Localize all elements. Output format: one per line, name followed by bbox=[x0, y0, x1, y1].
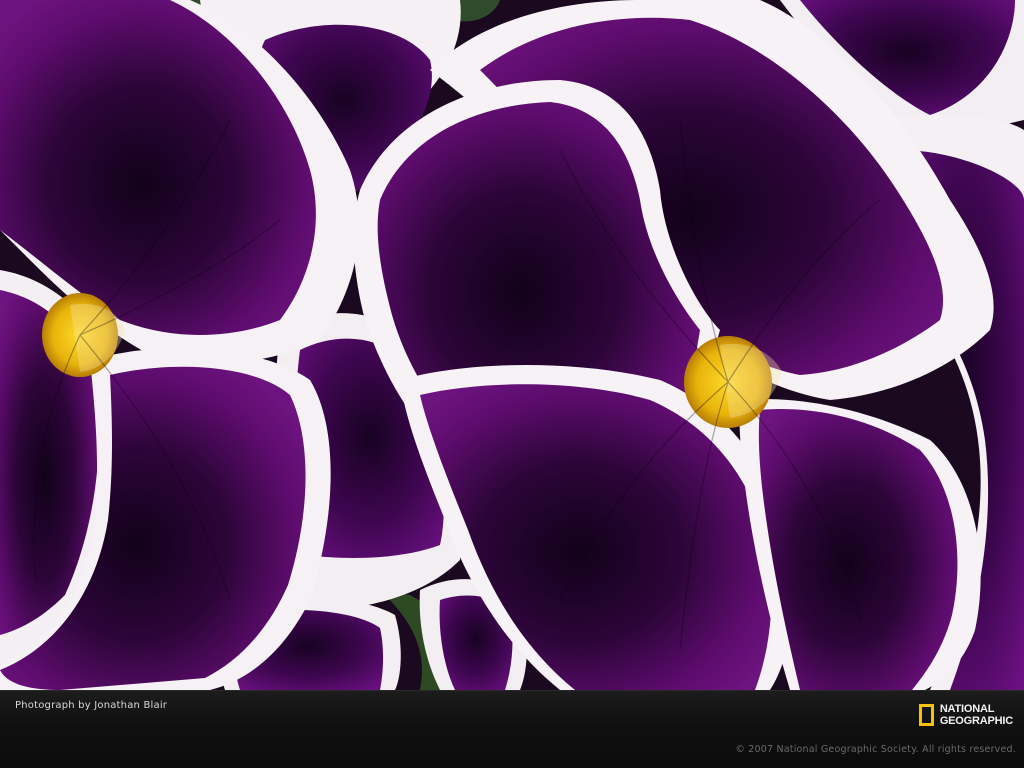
national-geographic-logo: NATIONAL GEOGRAPHIC bbox=[918, 701, 1013, 729]
left-pansy bbox=[0, 0, 359, 690]
caption-bar: Photograph by Jonathan Blair NATIONAL GE… bbox=[0, 690, 1024, 768]
logo-line-geographic: GEOGRAPHIC bbox=[939, 715, 1013, 727]
logo-line-national: NATIONAL bbox=[939, 703, 995, 715]
pansy-photograph bbox=[0, 0, 1024, 690]
logo-wordmark: NATIONAL GEOGRAPHIC bbox=[940, 703, 1013, 727]
photo-credit: Photograph by Jonathan Blair bbox=[15, 700, 168, 711]
wallpaper: Photograph by Jonathan Blair NATIONAL GE… bbox=[0, 0, 1024, 768]
copyright-notice: © 2007 National Geographic Society. All … bbox=[735, 744, 1016, 755]
yellow-frame-icon bbox=[918, 704, 934, 726]
